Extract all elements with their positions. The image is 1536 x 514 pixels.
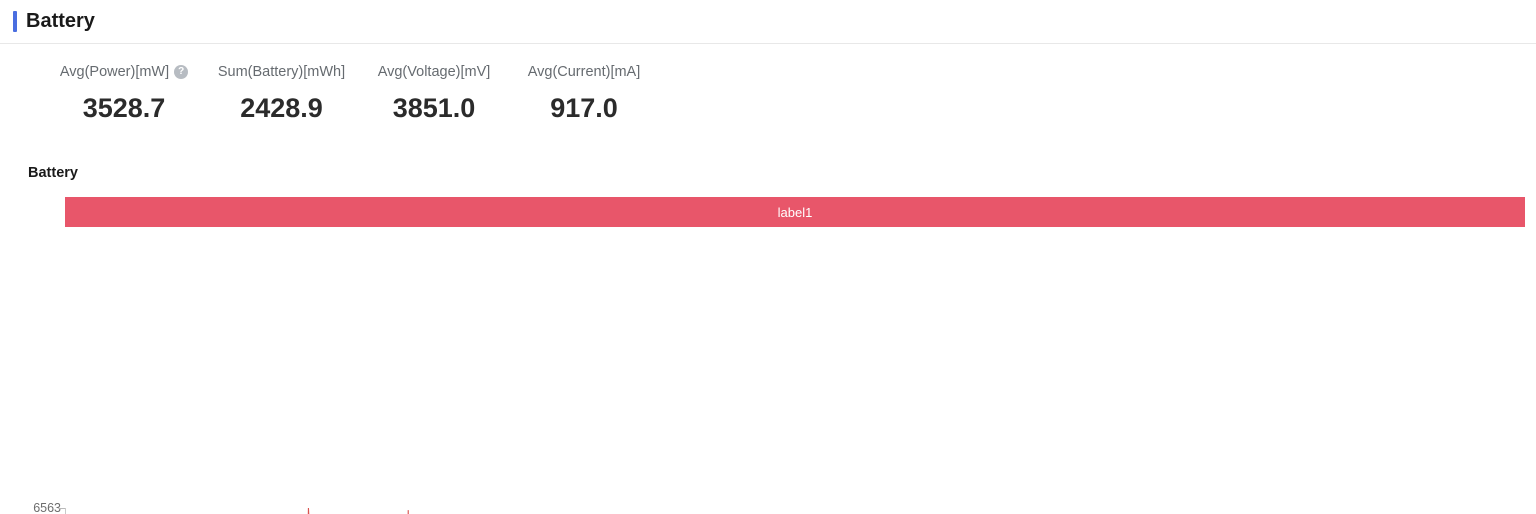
stat-label-text: Sum(Battery)[mWh] <box>217 64 346 80</box>
legend-banner[interactable]: label1 <box>65 197 1525 227</box>
stat-label: Avg(Current)[mA] <box>528 62 641 82</box>
stat-avg-voltage: Avg(Voltage)[mV] 3851.0 <box>359 62 509 123</box>
summary-stats: Avg(Power)[mW] ? 3528.7 Sum(Battery)[mWh… <box>44 62 659 123</box>
stat-value: 917.0 <box>550 93 618 123</box>
stat-label-text: Avg(Current)[mA] <box>527 64 641 80</box>
stat-avg-current: Avg(Current)[mA] 917.0 <box>509 62 659 123</box>
battery-panel: Battery Avg(Power)[mW] ? 3528.7 Sum(Batt… <box>0 0 1536 514</box>
stat-value: 3528.7 <box>82 93 166 123</box>
stat-value: 3851.0 <box>392 93 476 123</box>
battery-chart: Battery 06561313196926253282393845945250… <box>0 250 1536 514</box>
help-circle-icon[interactable]: ? <box>174 65 189 79</box>
stat-label-text: Avg(Voltage)[mV] <box>377 64 491 80</box>
stat-label: Avg(Voltage)[mV] <box>378 62 491 82</box>
stat-sum-battery: Sum(Battery)[mWh] 2428.9 <box>204 62 359 123</box>
title-accent-bar <box>13 11 17 32</box>
chart-heading: Battery <box>28 165 78 181</box>
y-axis-tick-label: 6563 <box>33 501 61 514</box>
stat-label: Sum(Battery)[mWh] <box>218 62 345 82</box>
series-line-power <box>65 508 1527 514</box>
stat-avg-power: Avg(Power)[mW] ? 3528.7 <box>44 62 204 123</box>
page-title: Battery <box>26 10 95 32</box>
stat-label-text: Avg(Power)[mW] <box>59 64 170 80</box>
stat-value: 2428.9 <box>240 93 323 123</box>
page-header: Battery <box>0 0 1536 44</box>
stat-label: Avg(Power)[mW] ? <box>59 62 189 82</box>
legend-banner-label: label1 <box>777 204 813 220</box>
plot-canvas <box>65 508 1527 514</box>
